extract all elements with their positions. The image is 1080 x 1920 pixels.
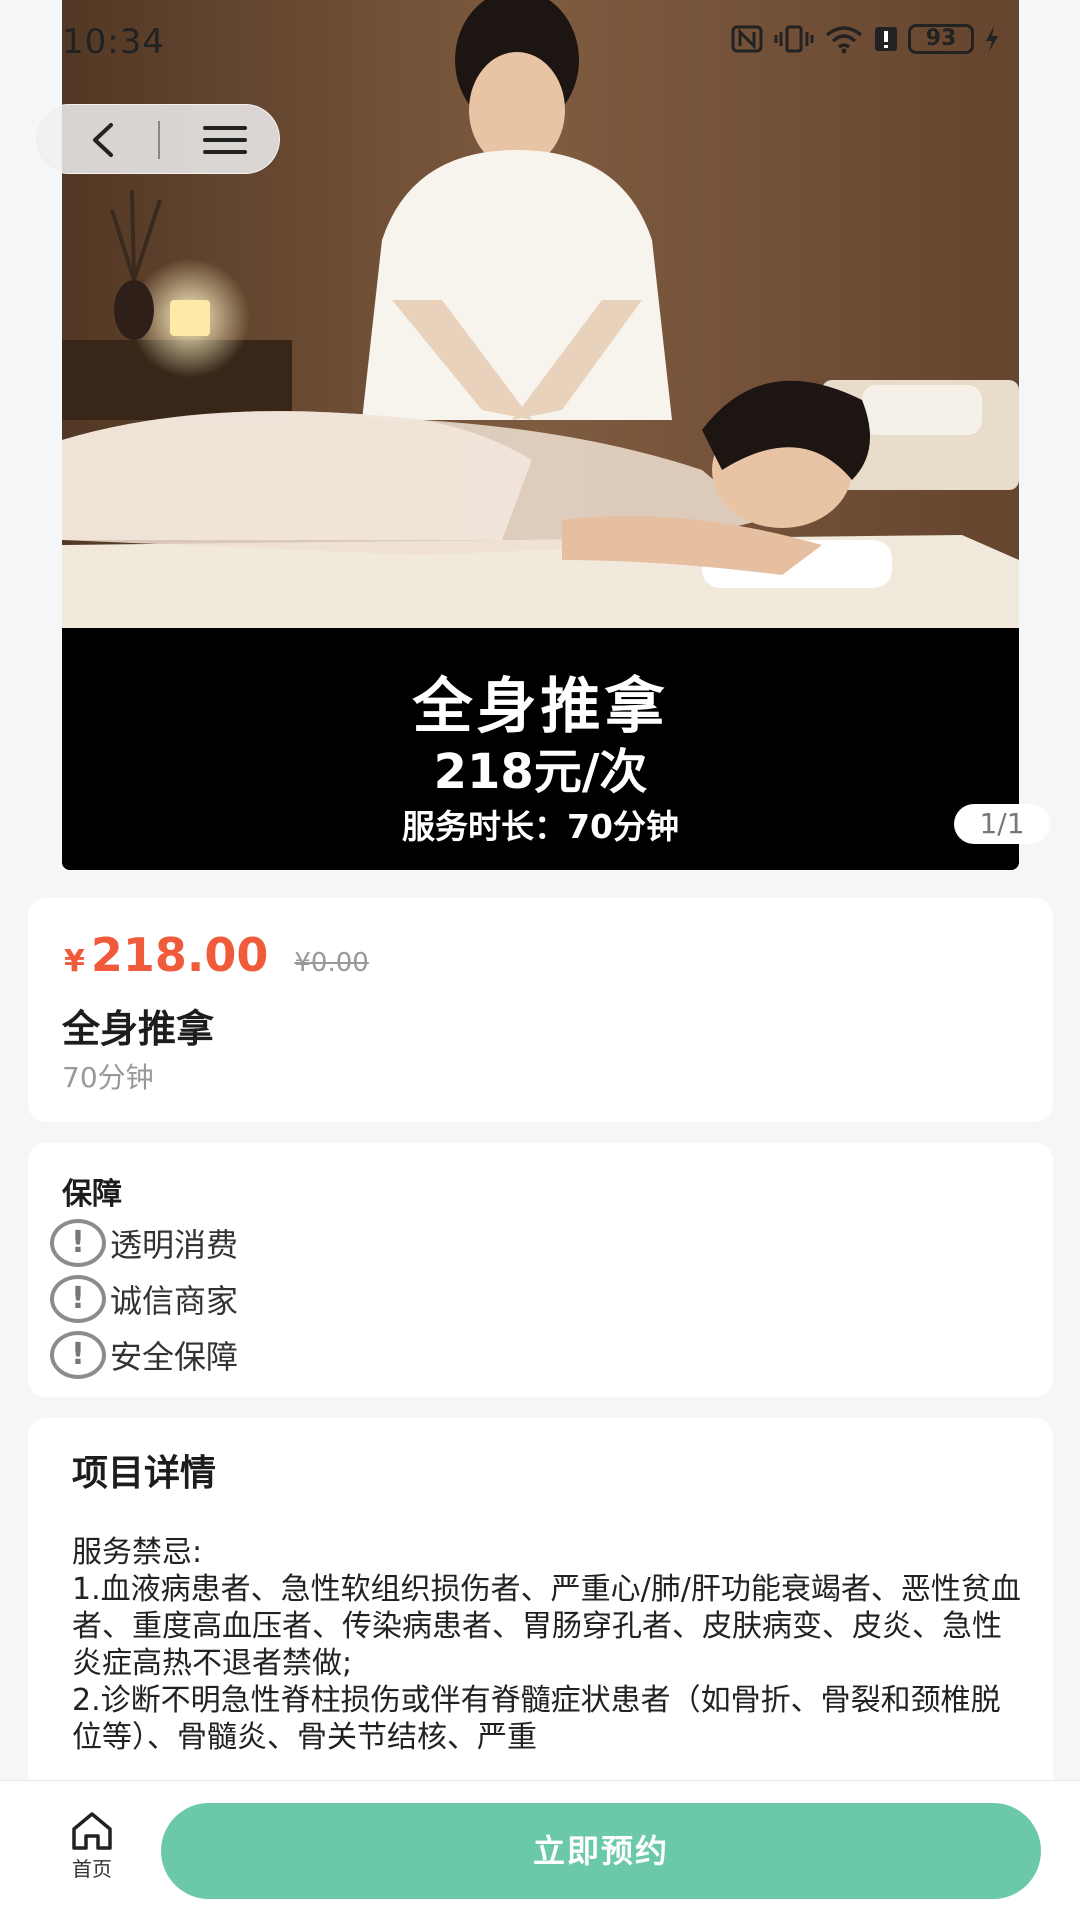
exclamation-circle-icon: ! <box>50 1331 106 1379</box>
hero-price: 218元/次 <box>433 744 648 800</box>
chevron-left-icon <box>93 123 113 157</box>
price-row: ¥ 218.00 ¥0.00 <box>64 928 369 982</box>
alert-icon <box>875 27 897 51</box>
menu-button[interactable] <box>195 119 255 161</box>
detail-line: 1.血液病患者、急性软组织损伤者、严重心/肺/肝功能衰竭者、恶性贫血者、重度高血… <box>72 1572 1021 1681</box>
vibrate-icon <box>774 25 814 53</box>
detail-line: 2.诊断不明急性脊柱损伤或伴有脊髓症状患者（如骨折、骨裂和颈椎脱位等）、骨髓炎、… <box>72 1683 1001 1755</box>
status-time: 10:34 <box>62 22 165 62</box>
original-price: ¥0.00 <box>294 948 369 978</box>
hero-duration: 服务时长：70分钟 <box>402 807 679 846</box>
massage-photo <box>62 0 1019 628</box>
home-icon <box>72 1812 112 1850</box>
guarantee-label: 安全保障 <box>110 1338 239 1376</box>
exclamation-circle-icon: ! <box>50 1275 106 1323</box>
current-price: 218.00 <box>90 928 269 982</box>
guarantee-item: ! 诚信商家 <box>50 1275 238 1323</box>
guarantee-item: ! 安全保障 <box>50 1331 238 1379</box>
bottom-bar: 首页 立即预约 <box>0 1780 1080 1920</box>
guarantee-label: 诚信商家 <box>110 1282 239 1320</box>
product-duration: 70分钟 <box>62 1061 154 1094</box>
home-label: 首页 <box>72 1857 112 1881</box>
capsule-divider <box>158 121 160 159</box>
guarantee-title: 保障 <box>62 1177 122 1212</box>
guarantee-card: 保障 ! 透明消费 ! 诚信商家 ! 安全保障 <box>28 1143 1053 1397</box>
price-card: ¥ 218.00 ¥0.00 全身推拿 70分钟 <box>28 898 1053 1122</box>
wifi-icon <box>825 26 863 54</box>
exclamation-circle-icon: ! <box>50 1219 106 1267</box>
menu-icon <box>203 126 247 154</box>
status-icons: 93 <box>730 24 1000 54</box>
page-indicator: 1/1 <box>954 804 1050 844</box>
nfc-icon <box>731 25 763 53</box>
service-detail-page: 全身推拿 218元/次 服务时长：70分钟 1/1 10:34 93 ¥ 218… <box>0 0 1080 1920</box>
detail-line: 服务禁忌: <box>72 1535 203 1570</box>
detail-body: 服务禁忌: 1.血液病患者、急性软组织损伤者、严重心/肺/肝功能衰竭者、恶性贫血… <box>72 1534 1022 1756</box>
product-name: 全身推拿 <box>62 1007 215 1051</box>
hero-caption: 全身推拿 218元/次 服务时长：70分钟 <box>62 628 1019 870</box>
charging-icon <box>986 26 998 52</box>
guarantee-item: ! 透明消费 <box>50 1219 238 1267</box>
book-now-button[interactable]: 立即预约 <box>161 1803 1041 1899</box>
nav-capsule <box>34 104 280 174</box>
back-button[interactable] <box>75 119 135 161</box>
guarantee-label: 透明消费 <box>110 1226 239 1264</box>
battery-level: 93 <box>908 24 974 54</box>
detail-title: 项目详情 <box>72 1453 217 1494</box>
home-tab[interactable]: 首页 <box>56 1811 128 1882</box>
currency-symbol: ¥ <box>64 944 85 979</box>
